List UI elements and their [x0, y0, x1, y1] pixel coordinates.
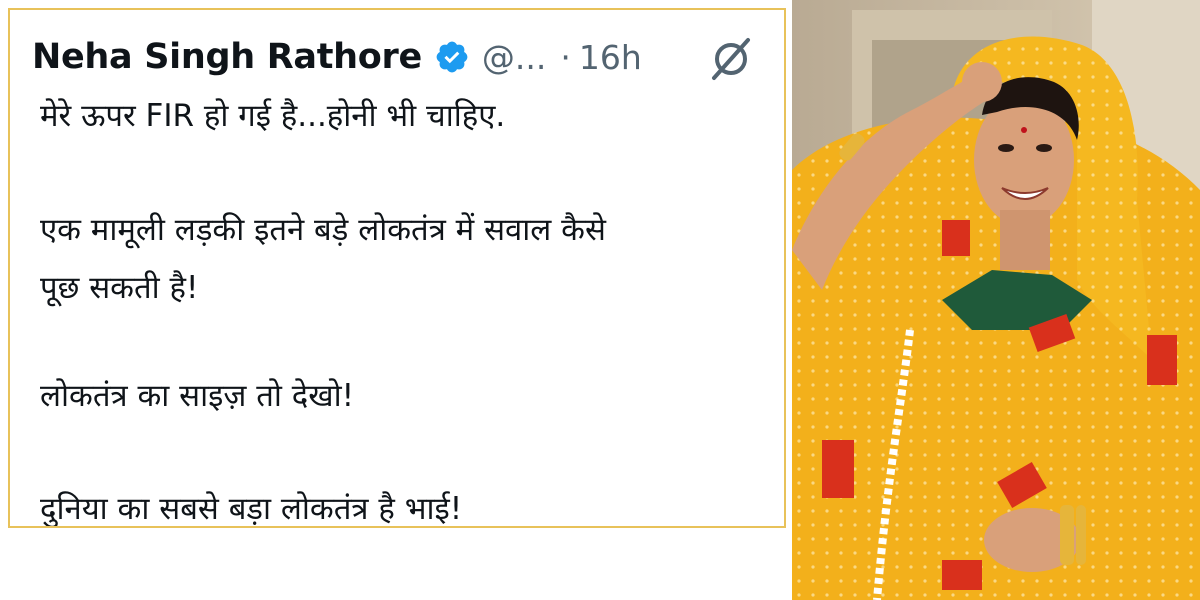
author-handle[interactable]: @... — [482, 38, 546, 77]
tweet-line-1: मेरे ऊपर FIR हो गई है...होनी भी चाहिए. — [40, 98, 506, 134]
tweet-line-2: एक मामूली लड़की इतने बड़े लोकतंत्र में स… — [40, 212, 606, 248]
author-name[interactable]: Neha Singh Rathore — [32, 37, 422, 77]
profile-photo — [792, 0, 1200, 600]
verified-badge-icon — [434, 39, 470, 75]
grok-icon[interactable] — [706, 34, 756, 84]
separator-dot: · — [560, 37, 571, 77]
tweet-line-5: दुनिया का सबसे बड़ा लोकतंत्र है भाई! — [40, 491, 463, 527]
tweet-header: Neha Singh Rathore @... · 16h — [32, 22, 764, 92]
tweet-card[interactable]: Neha Singh Rathore @... · 16h मेरे ऊपर F… — [8, 8, 786, 528]
post-time[interactable]: 16h — [579, 38, 642, 77]
tweet-line-4: लोकतंत्र का साइज़ तो देखो! — [40, 378, 355, 414]
tweet-line-3: पूछ सकती है! — [40, 270, 199, 306]
